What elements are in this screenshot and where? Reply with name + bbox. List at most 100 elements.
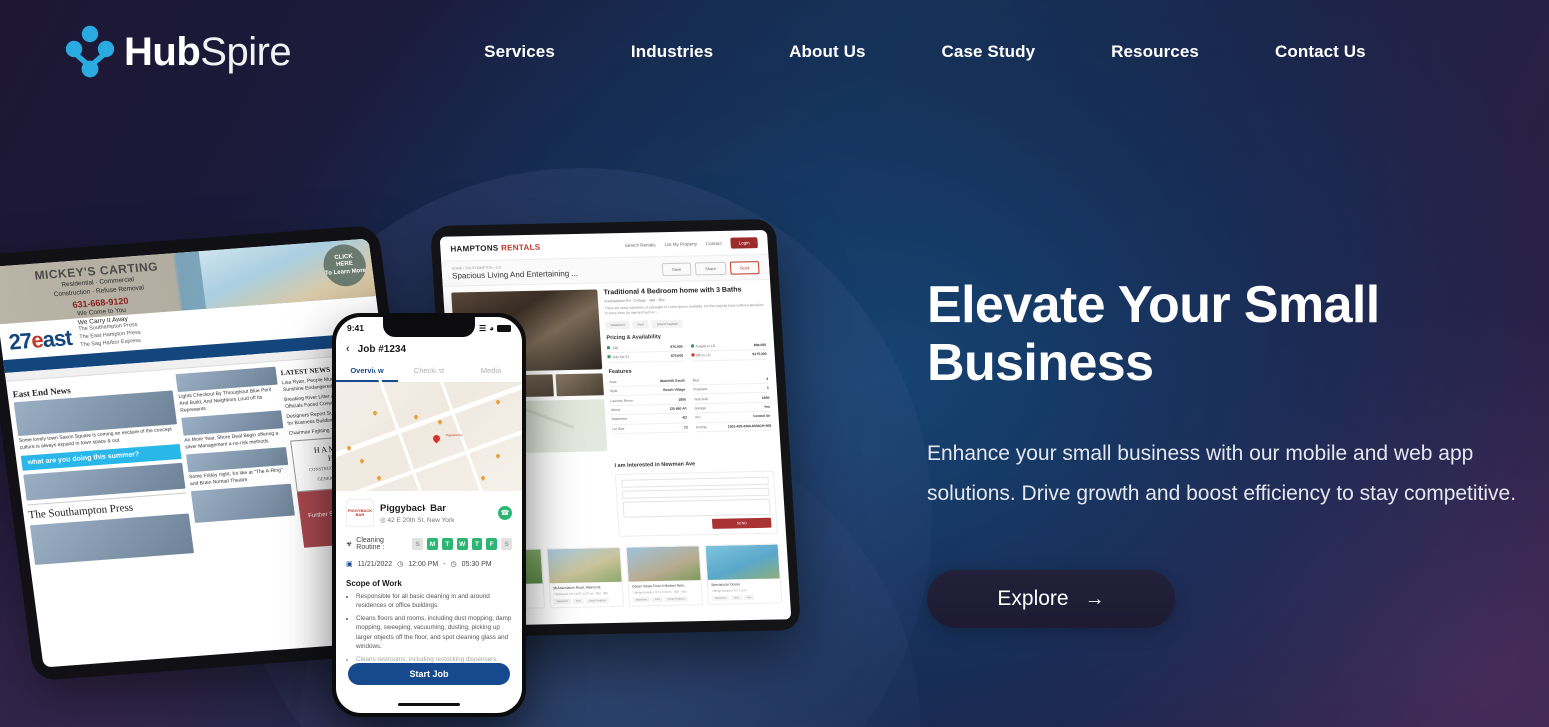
broom-icon: ☣ <box>346 541 353 548</box>
rental-card-meta: 7 Bridgehampton, NY 1 Acre <box>711 588 747 593</box>
nav-item-case-study[interactable]: Case Study <box>942 32 1036 72</box>
back-chevron-icon[interactable]: ‹ <box>346 343 350 355</box>
banner-ad-copy: MICKEY'S CARTING Residential · Commercia… <box>0 251 206 326</box>
phone-page-title-bar: ‹ Job #1234 <box>336 339 522 361</box>
rental-card-photo <box>705 544 780 580</box>
tab-checklist[interactable]: Checklist <box>398 361 460 382</box>
business-text: Piggyback Bar ◎ 42 E 20th St, New York <box>380 503 454 524</box>
rentals-detail-title: Traditional 4 Bedroom home with 3 Baths <box>603 286 742 297</box>
routine-day-sun[interactable]: S <box>412 538 424 550</box>
rentals-tag: Pool <box>632 320 649 329</box>
rentals-nav: Search Rentals List My Property Contact … <box>624 237 758 251</box>
rentals-share-button[interactable]: Share <box>694 261 727 275</box>
rental-card[interactable]: Ocean Views From A Modern New... 7 Bridge… <box>625 545 704 607</box>
nav-item-contact-us[interactable]: Contact Us <box>1275 32 1366 72</box>
rentals-brand-first: HAMPTONS <box>450 243 499 254</box>
brand-name-bold: Hub <box>124 30 201 74</box>
business-name: Piggyback Bar <box>380 502 446 514</box>
map-pin <box>495 399 501 406</box>
rentals-nav-contact[interactable]: Contact <box>706 241 722 246</box>
rentals-login-button[interactable]: Login <box>730 237 758 249</box>
job-location-map[interactable]: Piggyback Bar <box>336 365 522 520</box>
schedule-separator: - <box>443 560 446 568</box>
scope-item: Responsible for all basic cleaning in an… <box>356 592 512 611</box>
rental-card-tag: Waterfront <box>632 597 651 603</box>
map-pin <box>413 414 419 421</box>
rental-card[interactable]: 38 Association Road, Wainscott 7 Wainscot… <box>546 546 625 609</box>
feature-value: CB 660 A/I <box>669 406 687 411</box>
rentals-listing-actions: Save Share Send <box>661 260 760 276</box>
tab-overview[interactable]: Overview <box>336 361 398 382</box>
rentals-detail-text: There are many variations of passages of… <box>604 302 764 316</box>
rental-card-tag: Pool <box>572 598 584 604</box>
contact-name-field[interactable] <box>621 476 769 488</box>
routine-day-wed[interactable]: W <box>456 538 468 550</box>
feature-label: Laundry Room <box>610 398 633 403</box>
rentals-brand[interactable]: HAMPTONS RENTALS <box>450 243 540 254</box>
calendar-icon: ▣ <box>346 561 353 568</box>
clock-icon-start: ◷ <box>397 561 404 568</box>
feature-label: A/C <box>694 415 701 420</box>
rentals-nav-list[interactable]: List My Property <box>664 241 697 247</box>
rental-card-tag: Sea <box>743 594 755 601</box>
rentals-send-button[interactable]: Send <box>729 260 760 275</box>
map-pin <box>372 410 379 416</box>
pricing-label: July <box>612 346 619 351</box>
feature-label: Basement <box>611 417 628 422</box>
contact-send-button[interactable]: SEND <box>712 517 772 529</box>
nav-links: Services Industries About Us Case Study … <box>484 32 1404 72</box>
map-pin <box>359 457 366 464</box>
contact-email-field[interactable] <box>622 487 770 499</box>
feature-value: 1 <box>766 386 769 391</box>
pricing-label: July 1st-31 <box>612 355 630 360</box>
routine-day-sat[interactable]: S <box>501 538 513 550</box>
click-here-badge[interactable]: CLICK HERE To Learn More <box>320 242 369 288</box>
cell-signal-icon: ☰ <box>478 323 487 333</box>
rentals-save-button[interactable]: Save <box>661 262 692 276</box>
rentals-contact-panel: I am Interested in Newman Ave SEND <box>614 454 778 537</box>
rentals-features-grid: Area Waterhill South Bed 4 Style Beach Vill… <box>608 374 772 434</box>
pricing-value: $99,000 <box>753 342 767 348</box>
rentals-pricing-grid: July $75,000 August to LD $99,000 July 1st… <box>606 340 767 363</box>
routine-day-fri[interactable]: F <box>486 538 498 550</box>
routine-day-tue[interactable]: T <box>441 538 453 550</box>
schedule-date: 11/21/2022 <box>357 560 393 568</box>
tab-media[interactable]: Media <box>460 361 522 382</box>
feature-label: Wired <box>610 407 621 413</box>
contact-message-field[interactable] <box>622 498 771 518</box>
feature-row: Sorting 1001-429-4360-8304CH-909 <box>695 421 772 433</box>
rental-card-tag: Waterfront <box>553 598 572 605</box>
call-business-button[interactable]: ☎ <box>498 506 512 520</box>
nav-item-services[interactable]: Services <box>484 32 555 72</box>
nav-item-resources[interactable]: Resources <box>1111 32 1199 72</box>
rental-card-meta: 7 Wainscott, NY 11975 1,027 sq · 4Bd · 4… <box>553 591 609 597</box>
hero-headline: Elevate Your Small Business <box>927 276 1380 392</box>
feature-value: 1800 <box>678 397 687 402</box>
routine-day-thu[interactable]: T <box>471 538 483 550</box>
start-job-button[interactable]: Start Job <box>348 663 510 685</box>
rentals-nav-search[interactable]: Search Rentals <box>625 242 656 248</box>
feature-value: 73 <box>683 425 688 430</box>
feature-label: Sorting <box>695 424 707 430</box>
schedule-row: ▣ 11/21/2022 ◷ 12:00 PM - ◷ 05:30 PM <box>336 556 522 575</box>
schedule-end: 05:30 PM <box>461 560 492 568</box>
rentals-thumbnail[interactable] <box>555 373 605 397</box>
explore-button[interactable]: Explore → <box>927 570 1175 628</box>
routine-day-mon[interactable]: M <box>427 538 438 550</box>
brand-logo[interactable]: HubSpire <box>66 25 292 79</box>
nav-item-industries[interactable]: Industries <box>631 32 713 72</box>
feature-label: Garage <box>694 406 706 411</box>
pricing-row: MD to LD $175,000 <box>690 350 767 362</box>
feature-label: Year built <box>693 396 709 401</box>
rentals-brand-second: RENTALS <box>500 242 541 253</box>
rental-card[interactable]: Spectacular Ocean 7 Bridgehampton, NY 1 A… <box>704 543 783 605</box>
rental-card-photo <box>547 547 622 584</box>
brand-name-light: Spire <box>200 30 292 74</box>
rentals-contact-heading: I am Interested in Newman Ave <box>614 461 696 469</box>
rentals-tag-list: Waterfront Pool Smart Fireplace <box>605 318 764 330</box>
rentals-detail-meta: Southampton Rd · Cottage · 4Bd · 3Ba <box>604 298 665 304</box>
feature-label: Lot Size <box>612 426 625 431</box>
business-address: ◎ 42 E 20th St, New York <box>380 516 455 524</box>
nav-item-about-us[interactable]: About Us <box>789 32 865 72</box>
feature-value: 4/2 <box>682 415 688 420</box>
